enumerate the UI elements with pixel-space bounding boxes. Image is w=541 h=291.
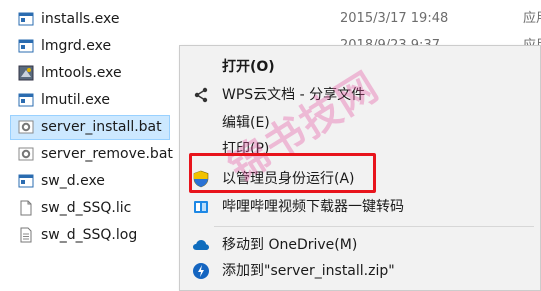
menu-item-open[interactable]: 打开(O) [180, 54, 540, 80]
share-icon [194, 87, 208, 103]
menu-item-move-onedrive[interactable]: 移动到 OneDrive(M) [180, 232, 540, 258]
menu-item-label: 编辑(E) [222, 115, 270, 131]
lightning-archive-icon [193, 263, 209, 279]
bat-gear-icon [18, 120, 34, 134]
file-name: sw_d.exe [41, 173, 105, 189]
menu-item-add-to-zip[interactable]: 添加到"server_install.zip" [180, 258, 540, 284]
file-name: sw_d_SSQ.lic [41, 200, 132, 216]
exe-icon [18, 12, 34, 26]
file-name: server_remove.bat [41, 146, 173, 162]
file-row[interactable]: installs.exe 2015/3/17 19:48 应用 [12, 6, 541, 32]
file-type: 应用 [523, 11, 541, 26]
bat-gear-icon [18, 147, 34, 161]
menu-item-label: 打开(O) [222, 59, 275, 75]
file-name: lmgrd.exe [41, 38, 112, 54]
menu-item-label: WPS云文档 - 分享文件 [222, 87, 366, 103]
file-name: installs.exe [41, 11, 120, 27]
menu-separator [214, 226, 534, 227]
file-name: lmutil.exe [41, 92, 110, 108]
file-name: server_install.bat [41, 119, 162, 135]
menu-item-label: 移动到 OneDrive(M) [222, 237, 358, 253]
cloud-icon [193, 240, 209, 250]
file-name: sw_d_SSQ.log [41, 227, 138, 243]
menu-item-wps-share[interactable]: WPS云文档 - 分享文件 [180, 82, 540, 108]
menu-item-edit[interactable]: 编辑(E) [180, 110, 540, 136]
annotation-highlight-box [189, 153, 376, 193]
file-date: 2015/3/17 19:48 [340, 11, 449, 26]
exe-icon [18, 39, 34, 53]
menu-item-label: 添加到"server_install.zip" [222, 263, 395, 279]
bilibili-icon [194, 201, 208, 213]
menu-item-bilibili-download[interactable]: 哔哩哔哩视频下载器一键转码 [180, 194, 540, 220]
document-icon [20, 200, 32, 216]
tools-icon [18, 65, 34, 81]
text-document-icon [20, 227, 32, 243]
exe-icon [18, 93, 34, 107]
exe-icon [18, 174, 34, 188]
menu-item-label: 哔哩哔哩视频下载器一键转码 [222, 199, 404, 215]
file-name: lmtools.exe [41, 65, 122, 81]
